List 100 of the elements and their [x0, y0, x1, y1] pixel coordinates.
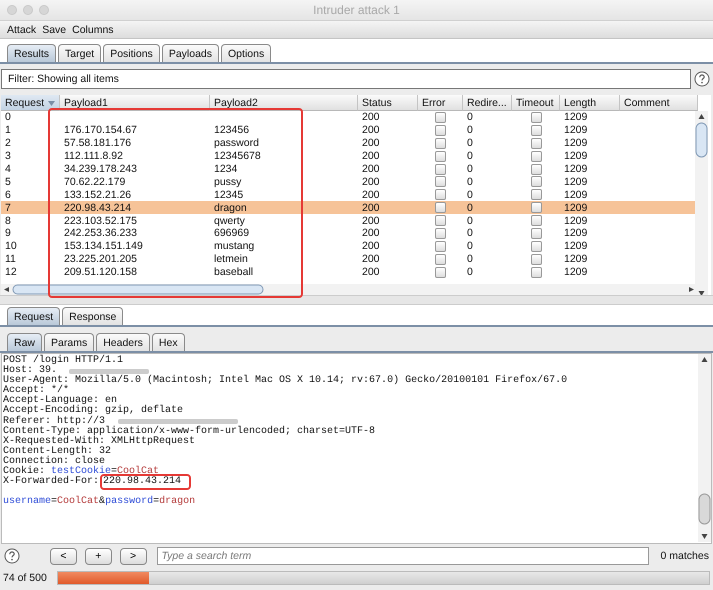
nav-button[interactable]: +: [84, 548, 112, 564]
table-cell: 12345: [214, 188, 244, 201]
table-cell: 0: [467, 150, 473, 162]
table-cell: 1209: [564, 111, 588, 124]
table-row[interactable]: 9 242.253.36.233 696969 200 0 1209: [1, 227, 698, 240]
table-cell: letmein: [214, 253, 248, 266]
code-line: POST /login HTTP/1.1: [3, 356, 124, 366]
table-cell: 1209: [564, 266, 588, 278]
tab[interactable]: Response: [62, 307, 124, 325]
checkbox[interactable]: [435, 150, 446, 162]
column-header[interactable]: Timeout: [512, 95, 560, 111]
table-row[interactable]: 12 209.51.120.158 baseball 200 0 1209: [1, 266, 698, 279]
menu-item[interactable]: Columns: [72, 24, 114, 36]
checkbox[interactable]: [435, 215, 446, 226]
menu-item[interactable]: Attack: [7, 24, 36, 36]
table-cell: 0: [467, 214, 473, 227]
table-cell: 1209: [564, 137, 588, 150]
checkbox[interactable]: [435, 124, 446, 136]
code-text: X-Forwarded-For:: [3, 477, 100, 488]
checkbox[interactable]: [435, 228, 446, 239]
checkbox[interactable]: [530, 189, 542, 200]
menu-item[interactable]: Save: [42, 24, 66, 36]
table-row[interactable]: 10 153.134.151.149 mustang 200 0 1209: [1, 240, 698, 253]
highlighted-text: 220.98.43.214: [103, 477, 182, 488]
table-cell: 1209: [564, 214, 588, 227]
code-line: username=CoolCat&password=dragon: [3, 497, 196, 508]
vertical-scrollbar[interactable]: [698, 354, 711, 542]
table-cell: 0: [467, 176, 473, 188]
column-header[interactable]: Request: [1, 95, 60, 111]
checkbox[interactable]: [435, 202, 446, 214]
table-cell: qwerty: [214, 214, 245, 227]
code-line: Content-Type: application/x-www-form-urlencoded; charset=UTF-8: [3, 426, 376, 437]
tab[interactable]: Params: [44, 333, 94, 351]
search-field[interactable]: Type a search term: [156, 547, 649, 565]
column-header[interactable]: Payload2: [210, 95, 358, 111]
table-row[interactable]: 5 70.62.22.179 pussy 200 0 1209: [1, 175, 698, 188]
table-cell: 112.111.8.92: [64, 150, 123, 162]
help-icon[interactable]: [694, 71, 710, 87]
checkbox[interactable]: [435, 266, 446, 278]
tab[interactable]: Request: [7, 307, 60, 325]
checkbox[interactable]: [530, 215, 542, 226]
table-row[interactable]: 4 34.239.178.243 1234 200 0 1209: [1, 162, 698, 176]
checkbox[interactable]: [435, 176, 446, 188]
checkbox[interactable]: [435, 112, 446, 123]
vertical-scrollbar[interactable]: [695, 111, 708, 295]
table-row[interactable]: 7 220.98.43.214 dragon 200 0 1209: [1, 201, 698, 214]
table-row[interactable]: 6 133.152.21.26 12345 200 0 1209: [1, 188, 698, 202]
filter-bar[interactable]: Filter: Showing all items: [1, 69, 691, 89]
table-cell: 11: [5, 253, 16, 266]
checkbox[interactable]: [530, 164, 542, 174]
checkbox[interactable]: [435, 164, 446, 174]
tab[interactable]: Payloads: [162, 44, 220, 62]
tab[interactable]: Options: [221, 44, 272, 62]
checkbox[interactable]: [530, 240, 542, 252]
table-cell: 3: [5, 150, 11, 162]
table-row[interactable]: 11 23.225.201.205 letmein 200 0 1209: [1, 252, 698, 266]
checkbox[interactable]: [435, 254, 446, 265]
table-row[interactable]: 3 112.111.8.92 12345678 200 0 1209: [1, 150, 698, 163]
column-header[interactable]: Comment: [620, 95, 698, 111]
checkbox[interactable]: [530, 254, 542, 265]
checkbox[interactable]: [530, 176, 542, 188]
column-header[interactable]: Status: [358, 95, 418, 111]
table-cell: 0: [467, 188, 473, 201]
tab[interactable]: Positions: [103, 44, 160, 62]
window-title: Intruder attack 1: [313, 3, 400, 17]
table-row[interactable]: 1 176.170.154.67 123456 200 0 1209: [1, 124, 698, 137]
nav-button[interactable]: <: [50, 548, 77, 564]
nav-button[interactable]: >: [120, 548, 147, 564]
code-line: Host: 39.: [3, 366, 58, 376]
tab[interactable]: Results: [7, 44, 56, 62]
column-header[interactable]: Redire...: [463, 95, 512, 111]
table-cell: 1209: [564, 240, 588, 252]
checkbox[interactable]: [530, 202, 542, 214]
column-header[interactable]: Error: [418, 95, 463, 111]
table-cell: 200: [362, 240, 380, 252]
checkbox[interactable]: [530, 124, 542, 136]
column-header[interactable]: Length: [560, 95, 620, 111]
table-row[interactable]: 0 200 0 1209: [1, 111, 698, 124]
checkbox[interactable]: [435, 138, 446, 149]
table-row[interactable]: 2 57.58.181.176 password 200 0 1209: [1, 136, 698, 150]
checkbox[interactable]: [530, 138, 542, 149]
code-line: X-Requested-With: XMLHttpRequest: [3, 436, 196, 447]
table-cell: 4: [5, 163, 11, 175]
checkbox[interactable]: [530, 112, 542, 123]
help-icon[interactable]: [4, 548, 20, 564]
table-cell: 200: [362, 111, 380, 124]
checkbox[interactable]: [530, 228, 542, 239]
table-cell: 1209: [564, 163, 588, 175]
split-handle[interactable]: [0, 295, 713, 305]
table-cell: 0: [467, 137, 473, 150]
checkbox[interactable]: [530, 266, 542, 278]
tab[interactable]: Hex: [152, 333, 185, 351]
match-count: 0 matches: [660, 550, 709, 562]
checkbox[interactable]: [435, 189, 446, 200]
table-row[interactable]: 8 223.103.52.175 qwerty 200 0 1209: [1, 214, 698, 228]
checkbox[interactable]: [530, 150, 542, 162]
checkbox[interactable]: [435, 240, 446, 252]
tab[interactable]: Target: [58, 44, 102, 62]
tab[interactable]: Headers: [96, 333, 150, 351]
tab[interactable]: Raw: [7, 333, 42, 351]
